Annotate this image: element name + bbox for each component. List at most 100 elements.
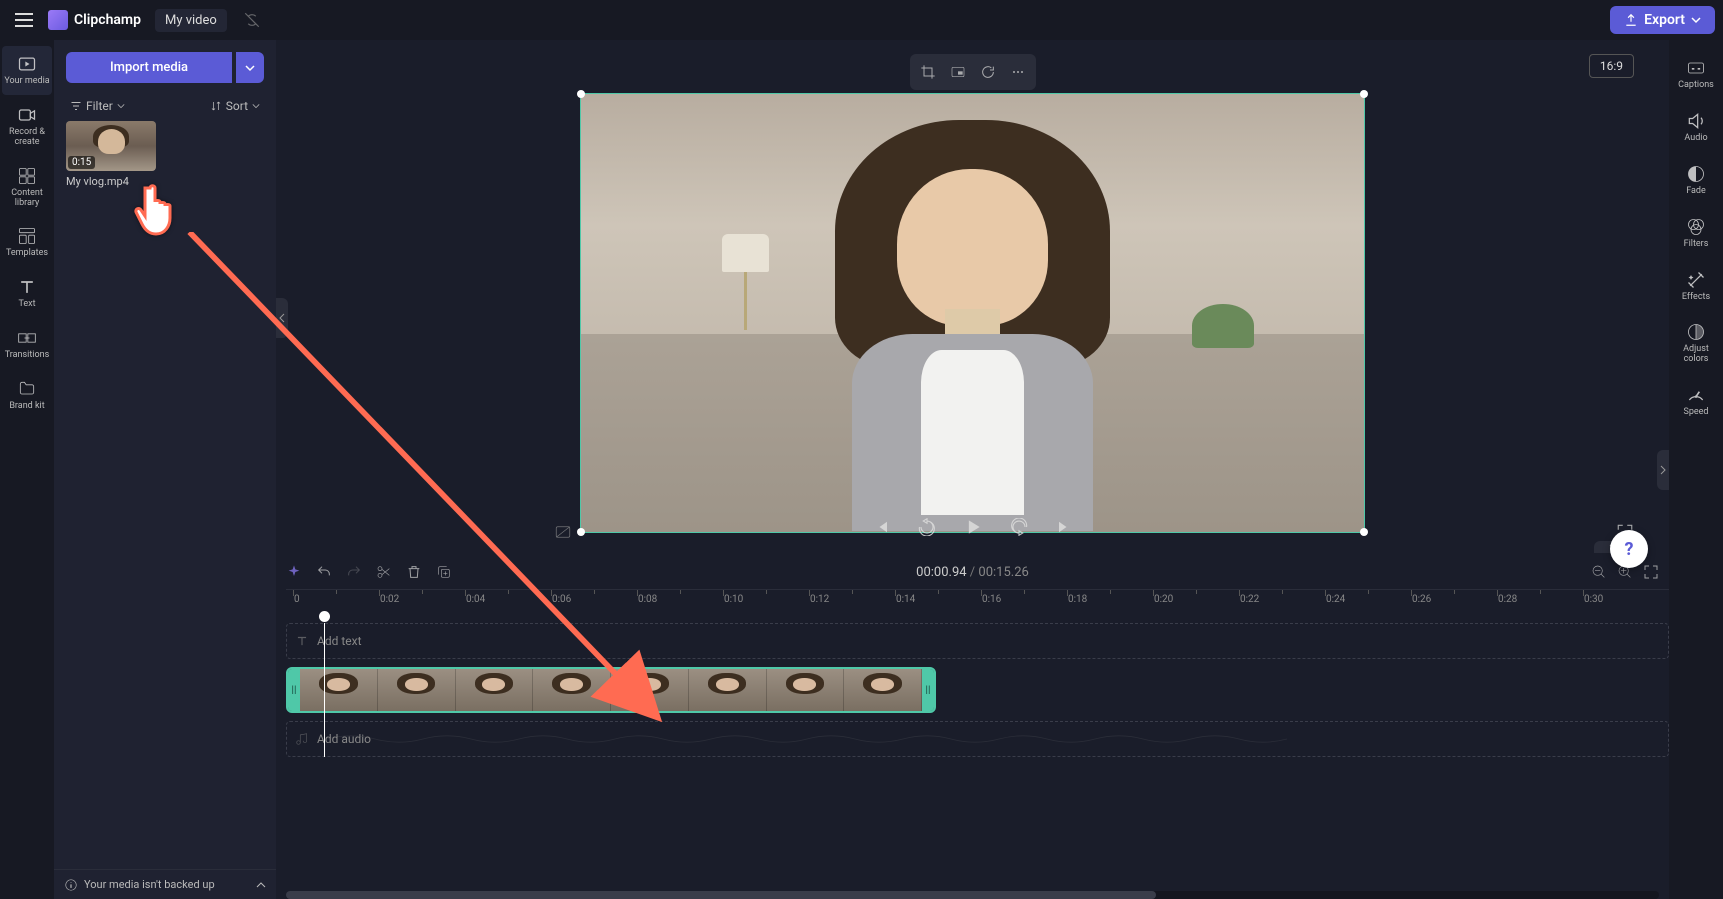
fade-icon xyxy=(1686,164,1706,184)
rpanel-filters[interactable]: Filters xyxy=(1671,209,1721,258)
sidebar-your-media[interactable]: Your media xyxy=(2,46,52,95)
sort-button[interactable]: Sort xyxy=(210,99,260,113)
text-icon xyxy=(295,634,309,648)
effects-icon xyxy=(1686,270,1706,290)
logo-icon xyxy=(48,10,68,30)
backup-status-bar[interactable]: Your media isn't backed up xyxy=(54,869,276,899)
text-track[interactable]: Add text xyxy=(286,623,1669,659)
adjust-icon xyxy=(1686,322,1706,342)
ruler-tick: 0:04 xyxy=(466,594,485,605)
crop-button[interactable] xyxy=(916,60,940,84)
text-icon xyxy=(17,277,37,297)
import-dropdown-button[interactable] xyxy=(236,52,264,83)
forward-button[interactable] xyxy=(1005,513,1033,541)
ruler-tick: 0:14 xyxy=(896,594,915,605)
ruler-tick: 0:26 xyxy=(1412,594,1431,605)
clip-handle-left[interactable]: || xyxy=(288,669,300,711)
duplicate-button[interactable] xyxy=(436,564,452,580)
ruler-tick: 0:20 xyxy=(1154,594,1173,605)
rpanel-speed[interactable]: Speed xyxy=(1671,377,1721,426)
undo-button[interactable] xyxy=(316,564,332,580)
remove-background-button[interactable] xyxy=(554,523,572,541)
playback-controls xyxy=(867,513,1079,541)
ruler-tick: 0:08 xyxy=(638,594,657,605)
sort-icon xyxy=(210,100,222,112)
preview-canvas[interactable] xyxy=(580,93,1365,533)
rotate-button[interactable] xyxy=(976,60,1000,84)
ruler-tick: 0:02 xyxy=(380,594,399,605)
ruler-tick: 0:24 xyxy=(1326,594,1345,605)
speed-icon xyxy=(1686,385,1706,405)
timeline-ruler[interactable]: 00:020:040:060:080:100:120:140:160:180:2… xyxy=(286,589,1669,613)
delete-button[interactable] xyxy=(406,564,422,580)
menu-button[interactable] xyxy=(8,4,40,36)
redo-button[interactable] xyxy=(346,564,362,580)
captions-icon xyxy=(1686,58,1706,78)
collapse-panel-button[interactable] xyxy=(276,298,288,338)
media-thumbnail[interactable]: 0:15 My vlog.mp4 xyxy=(66,121,156,188)
sidebar-text[interactable]: Text xyxy=(2,269,52,318)
ruler-tick: 0:18 xyxy=(1068,594,1087,605)
pip-button[interactable] xyxy=(946,60,970,84)
chevron-down-icon xyxy=(245,63,255,73)
scrollbar-thumb[interactable] xyxy=(286,891,1156,899)
rpanel-effects[interactable]: Effects xyxy=(1671,262,1721,311)
split-button[interactable] xyxy=(376,564,392,580)
sidebar-templates[interactable]: Templates xyxy=(2,218,52,267)
ai-button[interactable] xyxy=(286,564,302,580)
rpanel-captions[interactable]: Captions xyxy=(1671,50,1721,99)
record-icon xyxy=(17,105,37,125)
info-icon xyxy=(64,878,78,892)
video-clip[interactable]: || || xyxy=(286,667,936,713)
timeline-tracks: Add text || || Add audio xyxy=(286,623,1669,757)
chevron-down-icon xyxy=(252,102,260,110)
filter-button[interactable]: Filter xyxy=(70,99,125,113)
playhead[interactable] xyxy=(324,623,325,757)
rewind-button[interactable] xyxy=(913,513,941,541)
sidebar-brand-kit[interactable]: Brand kit xyxy=(2,371,52,420)
right-sidebar: Captions Audio Fade Filters Effects Adju… xyxy=(1669,40,1723,899)
app-logo[interactable]: Clipchamp xyxy=(48,10,141,30)
brandkit-icon xyxy=(17,379,37,399)
rpanel-audio[interactable]: Audio xyxy=(1671,103,1721,152)
sidebar-record-create[interactable]: Record & create xyxy=(2,97,52,156)
music-icon xyxy=(295,732,309,746)
video-track[interactable]: || || xyxy=(286,667,1669,713)
topbar: Clipchamp My video Export xyxy=(0,0,1723,40)
sync-off-icon[interactable] xyxy=(243,11,261,29)
ruler-tick: 0:22 xyxy=(1240,594,1259,605)
chevron-down-icon xyxy=(1691,15,1701,25)
media-icon xyxy=(17,54,37,74)
import-media-button[interactable]: Import media xyxy=(66,52,232,83)
rpanel-fade[interactable]: Fade xyxy=(1671,156,1721,205)
media-filename: My vlog.mp4 xyxy=(66,175,156,188)
collapse-right-panel-button[interactable] xyxy=(1657,450,1669,490)
zoom-fit-button[interactable] xyxy=(1643,564,1659,580)
export-button[interactable]: Export xyxy=(1610,6,1715,34)
ruler-tick: 0:12 xyxy=(810,594,829,605)
play-button[interactable] xyxy=(959,513,987,541)
sidebar-content-library[interactable]: Content library xyxy=(2,158,52,217)
more-button[interactable] xyxy=(1006,60,1030,84)
skip-forward-button[interactable] xyxy=(1051,513,1079,541)
ruler-tick: 0 xyxy=(294,594,300,605)
skip-back-button[interactable] xyxy=(867,513,895,541)
chevron-right-icon xyxy=(1660,465,1666,475)
rpanel-adjust-colors[interactable]: Adjust colors xyxy=(1671,314,1721,373)
templates-icon xyxy=(17,226,37,246)
ruler-tick: 0:28 xyxy=(1498,594,1517,605)
sidebar-transitions[interactable]: Transitions xyxy=(2,320,52,369)
audio-track[interactable]: Add audio xyxy=(286,721,1669,757)
help-button[interactable]: ? xyxy=(1610,530,1648,568)
zoom-out-button[interactable] xyxy=(1591,564,1607,580)
preview-toolbar xyxy=(910,54,1036,90)
export-label: Export xyxy=(1644,12,1685,28)
chevron-down-icon xyxy=(117,102,125,110)
timeline-scrollbar[interactable] xyxy=(286,891,1659,899)
aspect-ratio-button[interactable]: 16:9 xyxy=(1589,54,1634,78)
ruler-tick: 0:06 xyxy=(552,594,571,605)
video-title[interactable]: My video xyxy=(155,9,227,32)
ruler-tick: 0:30 xyxy=(1584,594,1603,605)
filters-icon xyxy=(1686,217,1706,237)
clip-handle-right[interactable]: || xyxy=(922,669,934,711)
